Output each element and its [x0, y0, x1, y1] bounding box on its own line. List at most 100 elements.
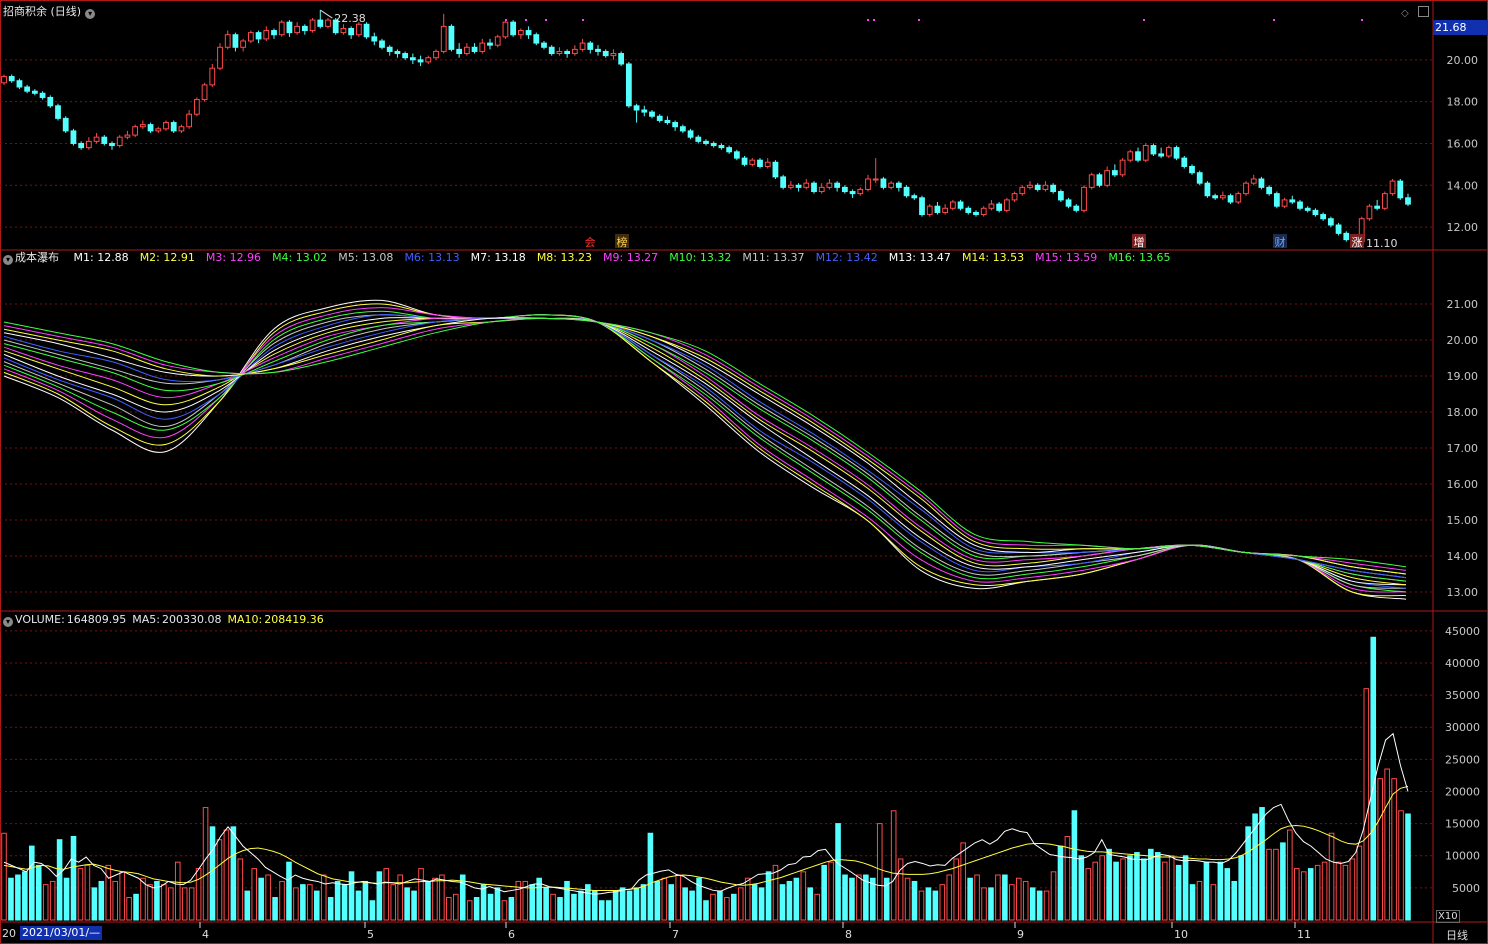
candle-body	[487, 42, 493, 46]
candle-body	[240, 40, 247, 48]
period-label[interactable]: 日线	[1446, 927, 1468, 943]
candle-body	[147, 124, 154, 132]
volume-bar	[258, 877, 264, 921]
candle-body	[70, 130, 77, 144]
event-marker-label: 涨	[1352, 236, 1363, 249]
volume-bar	[334, 880, 341, 921]
chevron-down-icon[interactable]: ▾	[3, 617, 13, 627]
ribbon-legend-item: M13: 13.47	[888, 251, 951, 264]
volume-bar	[452, 893, 459, 921]
ribbon-legend-item: M1: 12.88	[73, 251, 129, 264]
candle-body	[1088, 174, 1095, 188]
candle-body	[872, 178, 879, 181]
cost-waterfall-chart[interactable]	[3, 299, 1407, 600]
candle-body	[1042, 184, 1049, 190]
volume-bar	[1210, 884, 1217, 921]
event-dot	[582, 19, 584, 21]
volume-bar	[22, 871, 28, 921]
candle-body	[919, 197, 925, 216]
volume-bar	[230, 826, 237, 921]
candle-body	[463, 46, 470, 55]
candle-body	[494, 36, 501, 46]
volume-bar	[439, 874, 445, 921]
volume-tick-label: 35000	[1445, 689, 1480, 702]
volume-bar	[1106, 848, 1112, 921]
volume-bar	[300, 884, 306, 921]
chevron-down-icon[interactable]: ▾	[85, 9, 96, 19]
ribbon-tick-label: 18.00	[1447, 406, 1479, 419]
candle-body	[325, 19, 331, 27]
candle-body	[1227, 195, 1234, 203]
volume-bar	[188, 887, 195, 921]
candle-body	[641, 109, 648, 113]
candle-body	[695, 136, 702, 142]
volume-bar	[216, 839, 223, 921]
candle-body	[1281, 199, 1288, 207]
volume-tick-label: 45000	[1445, 625, 1480, 638]
candle-body	[1050, 184, 1057, 193]
candle-body	[155, 128, 162, 132]
event-marker-label: 会	[585, 236, 596, 249]
volume-bar	[529, 884, 536, 921]
volume-bar	[140, 877, 146, 921]
indicator-name[interactable]: 成本瀑布	[15, 251, 59, 264]
ribbon-tick-label: 16.00	[1447, 478, 1479, 491]
volume-bar	[63, 877, 70, 921]
candle-body	[1381, 193, 1388, 209]
volume-bar	[1, 832, 7, 921]
candle-body	[255, 32, 262, 40]
ribbon-line-m14	[3, 317, 1407, 575]
candle-body	[571, 48, 578, 55]
event-marker: 涨	[1350, 234, 1364, 249]
stock-chart-canvas[interactable]: 22.38 11.10 会 榜 增 财 涨 20.00 18.00 16.00 14.00 12.…	[0, 0, 1488, 944]
volume-bar	[1335, 861, 1342, 921]
volume-bar	[1342, 864, 1349, 921]
candle-body	[24, 86, 31, 92]
month-label: 9	[1017, 928, 1024, 941]
ribbon-legend: ▾ 成本瀑布 M1: 12.88 M2: 12.91 M3: 12.96 M4: 13.…	[3, 251, 1177, 265]
volume-bar	[1349, 858, 1356, 921]
volume-bar	[981, 887, 987, 921]
diamond-icon[interactable]: ◇	[1401, 8, 1409, 19]
candle-body	[749, 159, 756, 165]
volume-chart[interactable]	[1, 636, 1411, 921]
candle-body	[942, 207, 949, 213]
ribbon-line-m15	[3, 317, 1407, 571]
candle-body	[301, 25, 308, 32]
volume-bar	[84, 864, 91, 921]
candlestick-chart[interactable]: 22.38 11.10	[1, 9, 1411, 250]
volume-bar	[272, 897, 278, 921]
window-toggle-icon[interactable]	[1417, 6, 1429, 17]
volume-bar	[133, 893, 139, 921]
candle-body	[1289, 199, 1296, 203]
ribbon-legend-item: M7: 13.18	[470, 251, 526, 264]
candle-body	[541, 42, 547, 48]
volume-bar	[1307, 868, 1314, 921]
month-label: 6	[508, 928, 515, 941]
candle-body	[757, 159, 763, 167]
volume-bar	[383, 868, 390, 921]
volume-bar	[1245, 826, 1251, 921]
volume-tick-label: 30000	[1445, 721, 1480, 734]
volume-bar	[56, 839, 63, 921]
candle-body	[1065, 199, 1072, 207]
volume-bar	[654, 880, 661, 921]
volume-bar	[1391, 778, 1397, 921]
candle-body	[1366, 205, 1373, 220]
volume-bar	[807, 887, 814, 921]
volume-bar	[1050, 871, 1057, 921]
high-pointer	[320, 9, 333, 19]
volume-bar	[571, 893, 577, 921]
price-tick-label: 20.00	[1447, 54, 1479, 67]
candle-body	[733, 151, 740, 159]
volume-bar	[1015, 877, 1022, 921]
candle-body	[1073, 205, 1080, 211]
volume-bar	[404, 887, 410, 921]
month-label: 11	[1297, 928, 1311, 941]
chevron-down-icon[interactable]: ▾	[3, 255, 13, 265]
candle-body	[787, 184, 794, 188]
candle-body	[926, 205, 933, 216]
candle-body	[193, 99, 200, 115]
volume-bar	[466, 900, 473, 921]
volume-bar	[35, 864, 42, 921]
